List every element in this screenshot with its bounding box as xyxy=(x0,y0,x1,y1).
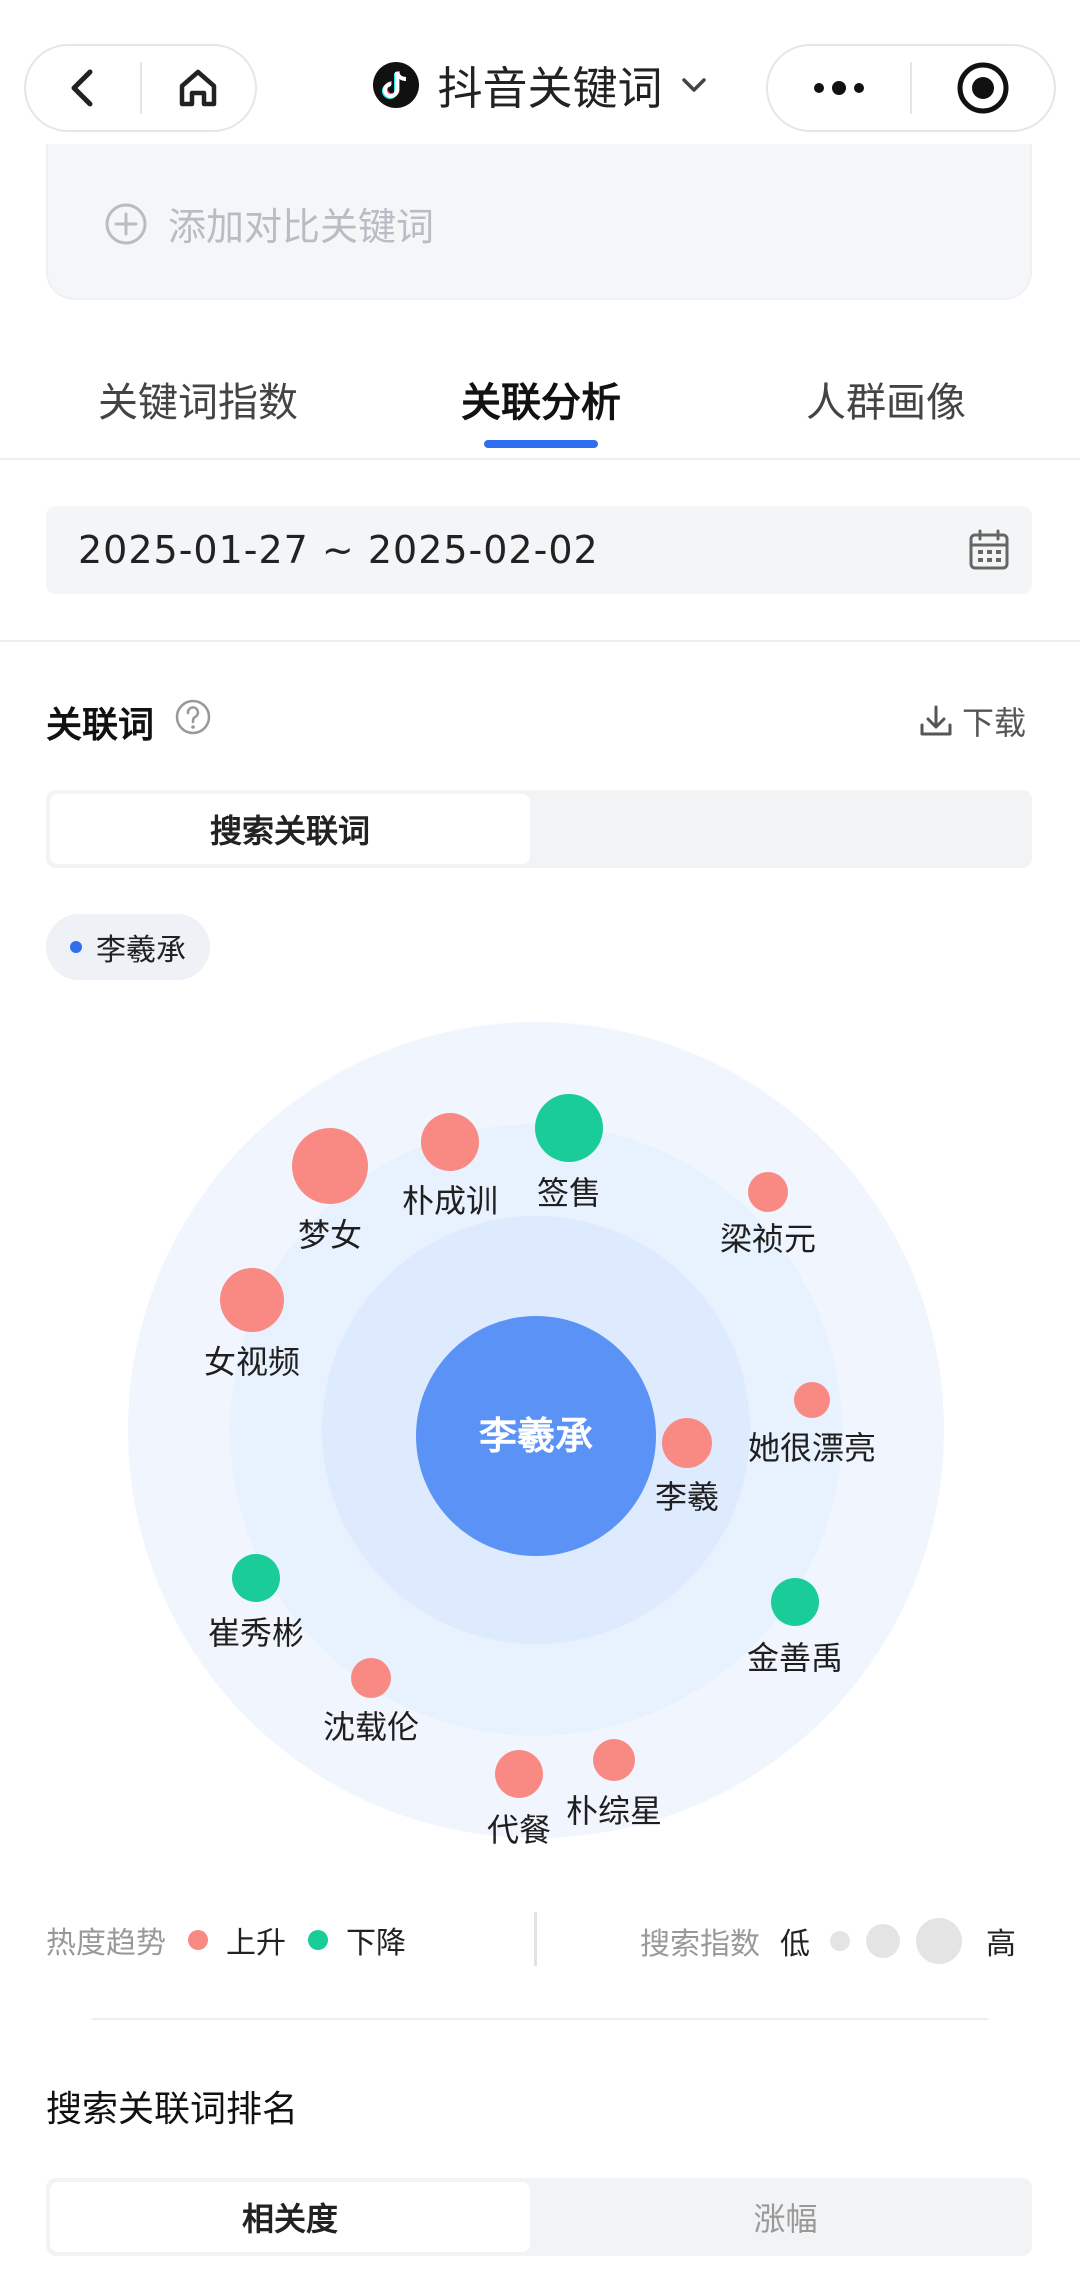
bubble-8[interactable] xyxy=(232,1554,280,1602)
target-icon xyxy=(957,62,1009,114)
bubble-label-2: 朴成训 xyxy=(402,1182,498,1220)
active-tab-indicator xyxy=(484,440,598,448)
douyin-logo xyxy=(373,61,420,108)
tab-audience-profile[interactable]: 人群画像 xyxy=(806,370,966,428)
bubble-6[interactable] xyxy=(794,1382,830,1418)
trend-legend: 热度趋势 上升 下降 xyxy=(46,1918,406,1962)
bubble-label-8: 崔秀彬 xyxy=(208,1614,304,1652)
nav-right-capsule xyxy=(766,44,1056,132)
bubble-10[interactable] xyxy=(351,1658,391,1698)
page-title: 抖音关键词 xyxy=(437,62,663,115)
tab-keyword-index[interactable]: 关键词指数 xyxy=(98,370,298,428)
chevron-down-icon xyxy=(681,77,706,92)
date-range-picker[interactable]: 2025-01-27 ~ 2025-02-02 xyxy=(46,506,1032,594)
bubble-label-4: 梁祯元 xyxy=(720,1220,816,1258)
related-words-title: 关联词 xyxy=(46,705,155,746)
size-legend-high: 高 xyxy=(986,1927,1016,1962)
download-label: 下载 xyxy=(962,704,1027,742)
bubble-label-10: 沈载伦 xyxy=(323,1708,419,1746)
bubble-9[interactable] xyxy=(771,1578,819,1626)
more-dots-icon xyxy=(814,81,864,95)
add-compare-row[interactable]: 添加对比关键词 xyxy=(104,196,434,251)
bubble-1[interactable] xyxy=(292,1128,368,1204)
ranking-title: 搜索关联词排名 xyxy=(46,2089,299,2130)
back-icon xyxy=(71,69,93,107)
bubble-label-11: 代餐 xyxy=(487,1811,551,1849)
size-legend: 搜索指数 低 高 xyxy=(640,1918,1016,1964)
more-button[interactable] xyxy=(768,46,910,130)
help-icon[interactable] xyxy=(174,698,212,736)
close-miniprogram-button[interactable] xyxy=(912,46,1054,130)
size-legend-label: 搜索指数 xyxy=(640,1927,760,1962)
segment-other[interactable] xyxy=(539,790,1032,868)
fall-legend-label: 下降 xyxy=(346,1926,406,1961)
chip-label: 李羲承 xyxy=(96,933,186,968)
fall-legend-dot xyxy=(308,1930,328,1950)
download-icon xyxy=(920,705,952,736)
segment-growth[interactable]: 涨幅 xyxy=(539,2178,1032,2256)
bubble-label-3: 签售 xyxy=(537,1174,601,1212)
center-label: 李羲承 xyxy=(479,1414,593,1458)
bubble-11[interactable] xyxy=(495,1750,543,1798)
home-icon xyxy=(180,69,217,107)
rise-legend-dot xyxy=(188,1930,208,1950)
bubble-2[interactable] xyxy=(421,1113,479,1171)
legend-separator xyxy=(534,1912,537,1966)
bubble-5[interactable] xyxy=(220,1268,284,1332)
nav-left-capsule xyxy=(24,44,257,132)
bubble-12[interactable] xyxy=(593,1739,635,1781)
compare-keyword-box[interactable]: 添加对比关键词 xyxy=(46,144,1032,300)
segment-relevance[interactable]: 相关度 xyxy=(50,2182,530,2252)
plus-circle-icon xyxy=(105,203,147,244)
trend-legend-label: 热度趋势 xyxy=(46,1926,166,1961)
tab-related-analysis[interactable]: 关联分析 xyxy=(461,370,621,428)
home-button[interactable] xyxy=(142,46,256,130)
tabs-divider xyxy=(0,458,1080,460)
ranking-segment: 相关度 涨幅 xyxy=(46,2178,1032,2256)
bubble-3[interactable] xyxy=(535,1094,603,1162)
bubble-label-5: 女视频 xyxy=(204,1343,300,1381)
bubble-label-12: 朴综星 xyxy=(566,1792,662,1830)
bubble-label-9: 金善禹 xyxy=(747,1639,843,1677)
bubble-label-1: 梦女 xyxy=(298,1216,362,1254)
chip-dot xyxy=(70,941,82,953)
segment-search-related[interactable]: 搜索关联词 xyxy=(50,794,530,864)
bubble-4[interactable] xyxy=(748,1172,788,1212)
bubble-label-6: 她很漂亮 xyxy=(748,1429,876,1467)
bubble-label-7: 李羲 xyxy=(655,1478,719,1516)
date-divider xyxy=(0,640,1080,642)
add-compare-label: 添加对比关键词 xyxy=(168,205,435,249)
legend-divider xyxy=(92,2018,988,2020)
related-type-segment: 搜索关联词 xyxy=(46,790,1032,868)
back-button[interactable] xyxy=(26,46,140,130)
size-legend-medium xyxy=(866,1924,900,1958)
bubble-7[interactable] xyxy=(662,1418,712,1468)
app-switcher[interactable]: 抖音关键词 xyxy=(373,52,706,117)
related-words-bubble-chart: 李羲承 梦女 朴成训 签售梁祯元女视频她很漂亮李羲崔秀彬金善禹沈载伦代餐 朴综星 xyxy=(128,1022,944,1849)
keyword-chip[interactable]: 李羲承 xyxy=(46,914,210,980)
calendar-icon xyxy=(969,529,1009,570)
size-legend-large xyxy=(916,1918,962,1964)
date-range-value: 2025-01-27 ~ 2025-02-02 xyxy=(78,528,599,572)
download-button[interactable]: 下载 xyxy=(918,698,1026,744)
rise-legend-label: 上升 xyxy=(226,1926,286,1961)
size-legend-low: 低 xyxy=(780,1927,810,1962)
size-legend-small xyxy=(830,1931,850,1951)
